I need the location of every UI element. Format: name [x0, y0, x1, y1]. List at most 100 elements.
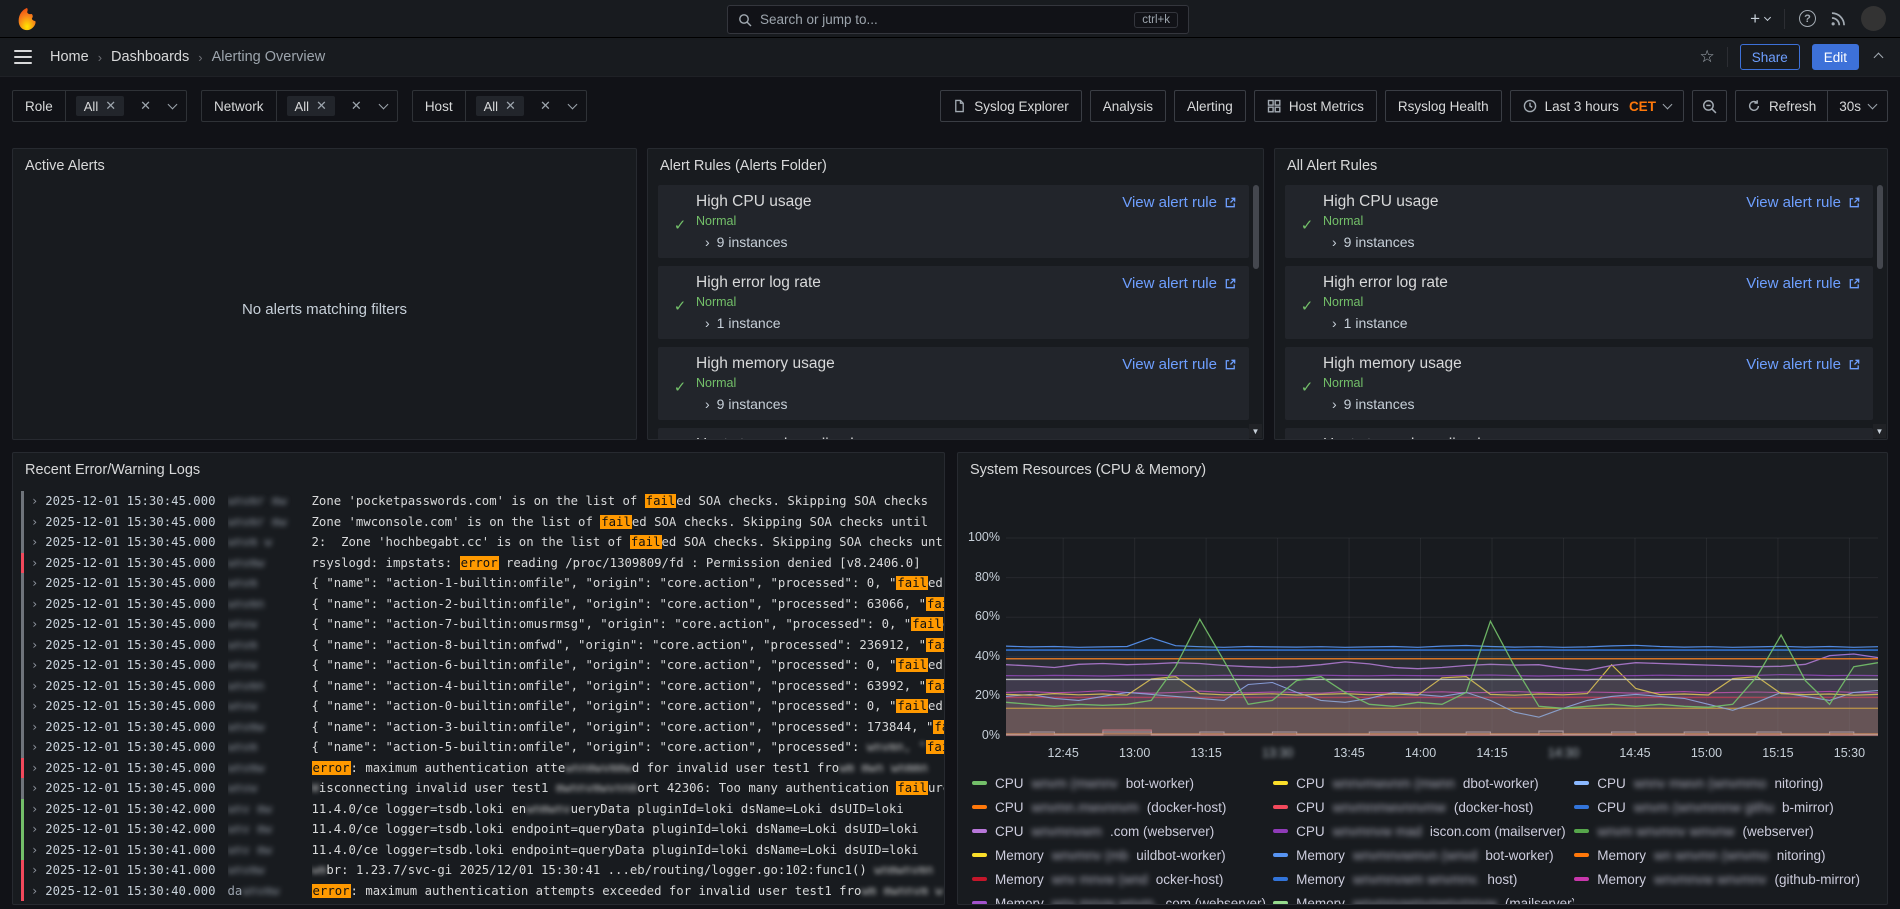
search-input[interactable]: Search or jump to... ctrl+k — [727, 5, 1189, 34]
alert-rule-instances-toggle[interactable]: ›9 instances — [696, 234, 1122, 250]
log-line[interactable]: ›2025-12-01 15:30:45.000wnvmw{ "name": "… — [21, 717, 944, 738]
refresh-interval-dropdown[interactable]: 30s — [1827, 91, 1887, 121]
breadcrumb-dashboards[interactable]: Dashboards — [111, 49, 189, 65]
scroll-down-icon[interactable]: ▼ — [1873, 424, 1886, 438]
view-alert-rule-link[interactable]: View alert rule — [1122, 354, 1237, 412]
clear-filter-icon[interactable]: ✕ — [140, 98, 151, 114]
panel-title[interactable]: All Alert Rules — [1275, 149, 1887, 183]
expand-log-icon[interactable]: › — [31, 491, 38, 512]
expand-log-icon[interactable]: › — [31, 512, 38, 533]
chevron-down-icon[interactable] — [569, 104, 576, 108]
view-alert-rule-link[interactable]: View alert rule — [1746, 192, 1861, 250]
panel-title[interactable]: Active Alerts — [13, 149, 636, 183]
add-new-button[interactable]: + — [1750, 9, 1770, 29]
legend-item[interactable]: Memory wn wnvmn (wnvmonitoring) — [1574, 843, 1875, 867]
expand-log-icon[interactable]: › — [31, 614, 38, 635]
view-alert-rule-link[interactable]: View alert rule — [1122, 273, 1237, 331]
breadcrumb-home[interactable]: Home — [50, 49, 89, 65]
legend-item[interactable]: CPU wnvmnmwvnnvmw (docker-host) — [1273, 795, 1574, 819]
help-icon[interactable]: ? — [1799, 10, 1816, 27]
log-line[interactable]: ›2025-12-01 15:30:41.000wnvmwwmbr: 1.23.… — [21, 860, 944, 881]
log-line[interactable]: ›2025-12-01 15:30:45.000wnvw{ "name": "a… — [21, 696, 944, 717]
log-line[interactable]: ›2025-12-01 15:30:45.000wnvw{ "name": "a… — [21, 614, 944, 635]
alert-rule-instances-toggle[interactable]: ›9 instances — [696, 396, 1122, 412]
legend-item[interactable]: CPU wnvmn.mwvnnvm (docker-host) — [972, 795, 1273, 819]
expand-log-icon[interactable]: › — [31, 573, 38, 594]
clear-filter-icon[interactable]: ✕ — [351, 98, 362, 114]
expand-log-icon[interactable]: › — [31, 778, 38, 799]
alert-rule-instances-toggle[interactable]: ›9 instances — [1323, 396, 1746, 412]
legend-item[interactable]: CPU wnvmnvwm.com (webserver) — [972, 819, 1273, 843]
log-line[interactable]: ›2025-12-01 15:30:45.000wnvmwrsyslogd: i… — [21, 553, 944, 574]
legend-item[interactable]: CPU wnnv mwvn (wnvmmonitoring) — [1574, 771, 1875, 795]
view-alert-rule-link[interactable]: View alert rule — [1122, 192, 1237, 250]
expand-log-icon[interactable]: › — [31, 840, 38, 861]
expand-log-icon[interactable]: › — [31, 758, 38, 779]
log-line[interactable]: ›2025-12-01 15:30:45.000wnvmwerror: maxi… — [21, 758, 944, 779]
expand-log-icon[interactable]: › — [31, 737, 38, 758]
expand-log-icon[interactable]: › — [31, 594, 38, 615]
user-avatar[interactable] — [1861, 6, 1886, 31]
log-line[interactable]: ›2025-12-01 15:30:45.000wnvmn{ "name": "… — [21, 676, 944, 697]
filter-value-chip[interactable]: All✕ — [76, 96, 124, 116]
log-line[interactable]: ›2025-12-01 15:30:41.000wnv mw11.4.0/ce … — [21, 840, 944, 861]
collapse-toolbar-button[interactable] — [1871, 44, 1886, 70]
legend-item[interactable]: Memory wnvmnvw wnvmnv (github-mirror) — [1574, 867, 1875, 891]
remove-value-icon[interactable]: ✕ — [105, 98, 116, 114]
zoom-out-button[interactable] — [1692, 90, 1727, 122]
rsyslog-health-link-button[interactable]: Rsyslog Health — [1385, 90, 1502, 122]
panel-title[interactable]: System Resources (CPU & Memory) — [958, 453, 1887, 487]
filter-value-chip[interactable]: All✕ — [476, 96, 524, 116]
legend-item[interactable]: Memory wnv mnvw (wndocker-host) — [972, 867, 1273, 891]
scrollbar-thumb[interactable] — [1253, 185, 1259, 269]
expand-log-icon[interactable]: › — [31, 881, 38, 902]
expand-log-icon[interactable]: › — [31, 553, 38, 574]
expand-log-icon[interactable]: › — [31, 696, 38, 717]
log-line[interactable]: ›2025-12-01 15:30:45.000wnvm{ "name": "a… — [21, 573, 944, 594]
chevron-down-icon[interactable] — [380, 104, 387, 108]
scroll-down-icon[interactable]: ▼ — [1249, 424, 1262, 438]
share-button[interactable]: Share — [1740, 44, 1800, 70]
log-line[interactable]: ›2025-12-01 15:30:45.000wnvmr mwZone 'mw… — [21, 512, 944, 533]
legend-item[interactable]: Memory wnvmnvwmvnwnvmnvw (mailserver) — [1273, 891, 1574, 905]
alert-rule-instances-toggle[interactable]: ›1 instance — [696, 315, 1122, 331]
scrollbar[interactable]: ▼ — [1873, 185, 1886, 438]
alerting-link-button[interactable]: Alerting — [1174, 90, 1246, 122]
view-alert-rule-link[interactable]: View alert rule — [1746, 435, 1861, 439]
legend-item[interactable]: wnvm wnvmnv wmvnw (webserver) — [1574, 819, 1875, 843]
scrollbar[interactable]: ▼ — [1249, 185, 1262, 438]
legend-item[interactable]: Memory wnvmnv (mbuildbot-worker) — [972, 843, 1273, 867]
news-rss-icon[interactable] — [1830, 10, 1847, 27]
expand-log-icon[interactable]: › — [31, 655, 38, 676]
plot-area[interactable] — [1006, 530, 1878, 742]
host-metrics-link-button[interactable]: Host Metrics — [1254, 90, 1377, 122]
log-line[interactable]: ›2025-12-01 15:30:45.000wnvm w2: Zone 'h… — [21, 532, 944, 553]
chevron-down-icon[interactable] — [169, 104, 176, 108]
legend-item[interactable]: Memory wnvmnvwmvn (wnvdbot-worker) — [1273, 843, 1574, 867]
favorite-star-icon[interactable]: ☆ — [1699, 47, 1714, 67]
clear-filter-icon[interactable]: ✕ — [540, 98, 551, 114]
log-line[interactable]: ›2025-12-01 15:30:42.000wnv mw11.4.0/ce … — [21, 799, 944, 820]
expand-log-icon[interactable]: › — [31, 860, 38, 881]
expand-log-icon[interactable]: › — [31, 819, 38, 840]
time-range-picker[interactable]: Last 3 hoursCET — [1510, 90, 1684, 122]
view-alert-rule-link[interactable]: View alert rule — [1746, 354, 1861, 412]
scrollbar-thumb[interactable] — [1877, 185, 1883, 269]
panel-title[interactable]: Recent Error/Warning Logs — [13, 453, 944, 487]
log-line[interactable]: ›2025-12-01 15:30:40.000dawnvmwerror: ma… — [21, 881, 944, 902]
legend-item[interactable]: CPU wnnvmwvnm (mwnndbot-worker) — [1273, 771, 1574, 795]
alert-rule-instances-toggle[interactable]: ›1 instance — [1323, 315, 1746, 331]
menu-toggle-icon[interactable] — [14, 50, 32, 64]
log-line[interactable]: ›2025-12-01 15:30:45.000wnvmr mwZone 'po… — [21, 491, 944, 512]
refresh-button[interactable]: Refresh — [1736, 91, 1827, 121]
remove-value-icon[interactable]: ✕ — [505, 98, 516, 114]
log-line[interactable]: ›2025-12-01 15:30:45.000wnvmn{ "name": "… — [21, 594, 944, 615]
syslog-explorer-link-button[interactable]: Syslog Explorer — [940, 90, 1082, 122]
view-alert-rule-link[interactable]: View alert rule — [1122, 435, 1237, 439]
expand-log-icon[interactable]: › — [31, 635, 38, 656]
expand-log-icon[interactable]: › — [31, 799, 38, 820]
grafana-logo-icon[interactable] — [14, 6, 40, 32]
remove-value-icon[interactable]: ✕ — [316, 98, 327, 114]
expand-log-icon[interactable]: › — [31, 676, 38, 697]
edit-button[interactable]: Edit — [1812, 44, 1859, 70]
